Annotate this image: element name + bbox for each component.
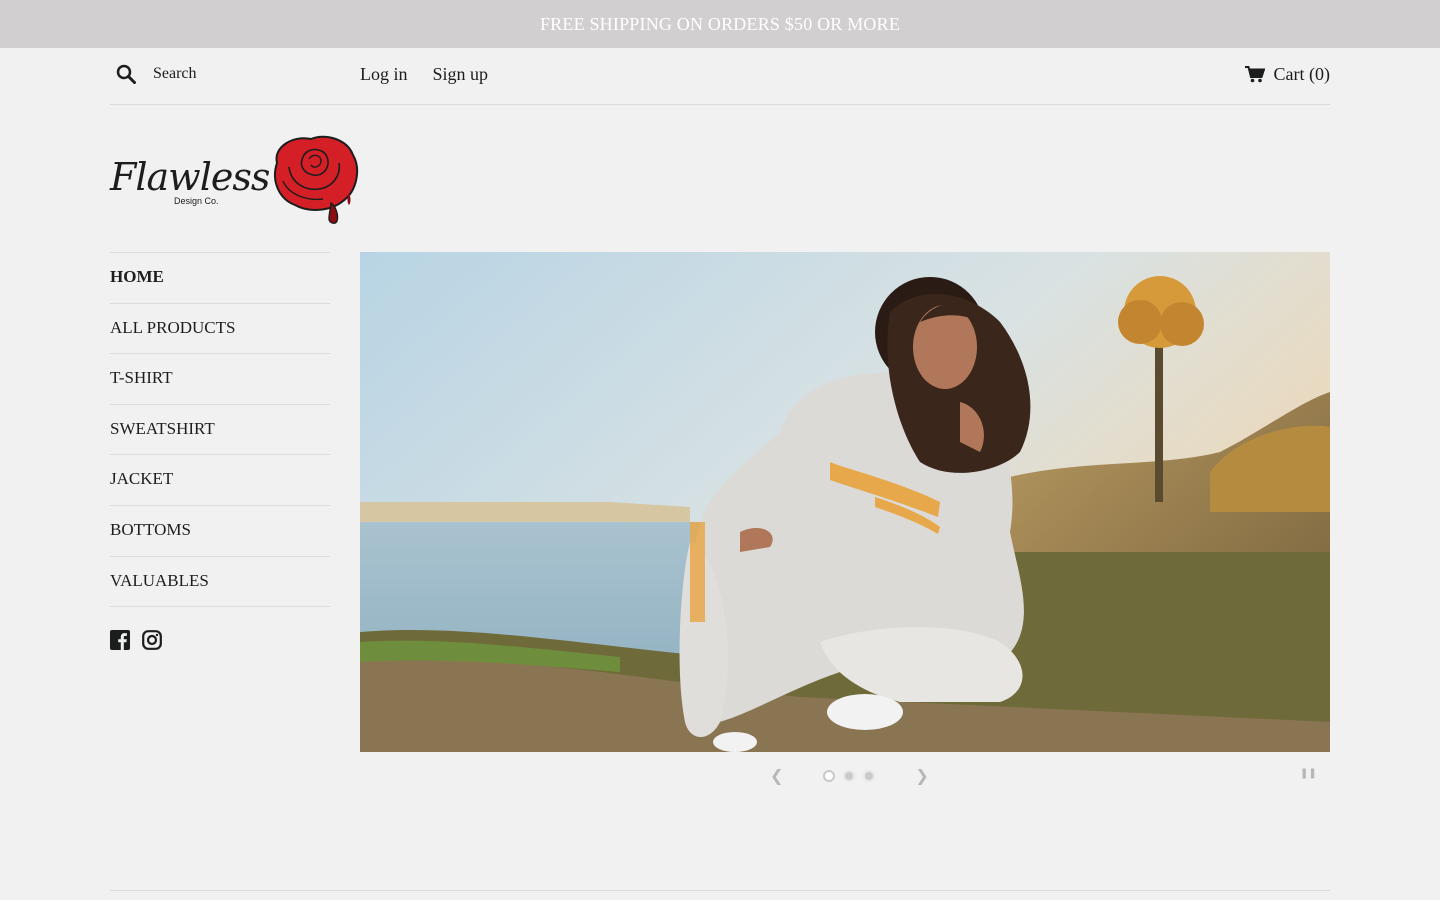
account-links: Log in Sign up (360, 64, 488, 85)
slideshow-controls: ❮ ❯ (770, 766, 929, 785)
site-logo[interactable]: Flawless Design Co. (110, 133, 362, 225)
hero-slide-image[interactable] (360, 252, 1330, 752)
announcement-bar: FREE SHIPPING ON ORDERS $50 OR MORE (0, 0, 1440, 48)
slide-dots (823, 769, 876, 782)
nav-item-sweatshirt[interactable]: SWEATSHIRT (110, 405, 330, 456)
nav-item-home[interactable]: HOME (110, 253, 330, 304)
nav-item-all-products[interactable]: ALL PRODUCTS (110, 304, 330, 355)
search-icon[interactable] (116, 64, 136, 84)
signup-link[interactable]: Sign up (433, 64, 489, 85)
slide-dot-3[interactable] (863, 769, 876, 782)
slide-dot-2[interactable] (843, 769, 856, 782)
top-bar: Log in Sign up Cart (0) (110, 48, 1330, 105)
nav-item-jacket[interactable]: JACKET (110, 455, 330, 506)
facebook-icon[interactable] (110, 630, 130, 650)
social-links (110, 630, 162, 650)
cart-label: Cart (0) (1273, 64, 1330, 84)
login-link[interactable]: Log in (360, 64, 408, 85)
cart-link[interactable]: Cart (0) (1244, 64, 1330, 85)
logo-subtitle: Design Co. (174, 196, 219, 206)
search-input[interactable] (153, 65, 333, 83)
instagram-icon[interactable] (142, 630, 162, 650)
footer-divider (110, 890, 1330, 891)
announcement-text: FREE SHIPPING ON ORDERS $50 OR MORE (539, 13, 901, 34)
pause-icon[interactable]: ❚❚ (1300, 768, 1317, 779)
nav-item-bottoms[interactable]: BOTTOMS (110, 506, 330, 557)
rose-icon (274, 135, 359, 224)
chevron-left-icon[interactable]: ❮ (770, 766, 783, 785)
sidebar-nav: HOME ALL PRODUCTS T-SHIRT SWEATSHIRT JAC… (110, 252, 330, 608)
chevron-right-icon[interactable]: ❯ (915, 766, 928, 785)
search-form[interactable] (116, 64, 333, 84)
slide-dot-1[interactable] (823, 769, 836, 782)
nav-item-t-shirt[interactable]: T-SHIRT (110, 354, 330, 405)
cart-icon (1244, 66, 1265, 83)
logo-wordmark: Flawless (110, 155, 270, 199)
nav-item-valuables[interactable]: VALUABLES (110, 557, 330, 608)
